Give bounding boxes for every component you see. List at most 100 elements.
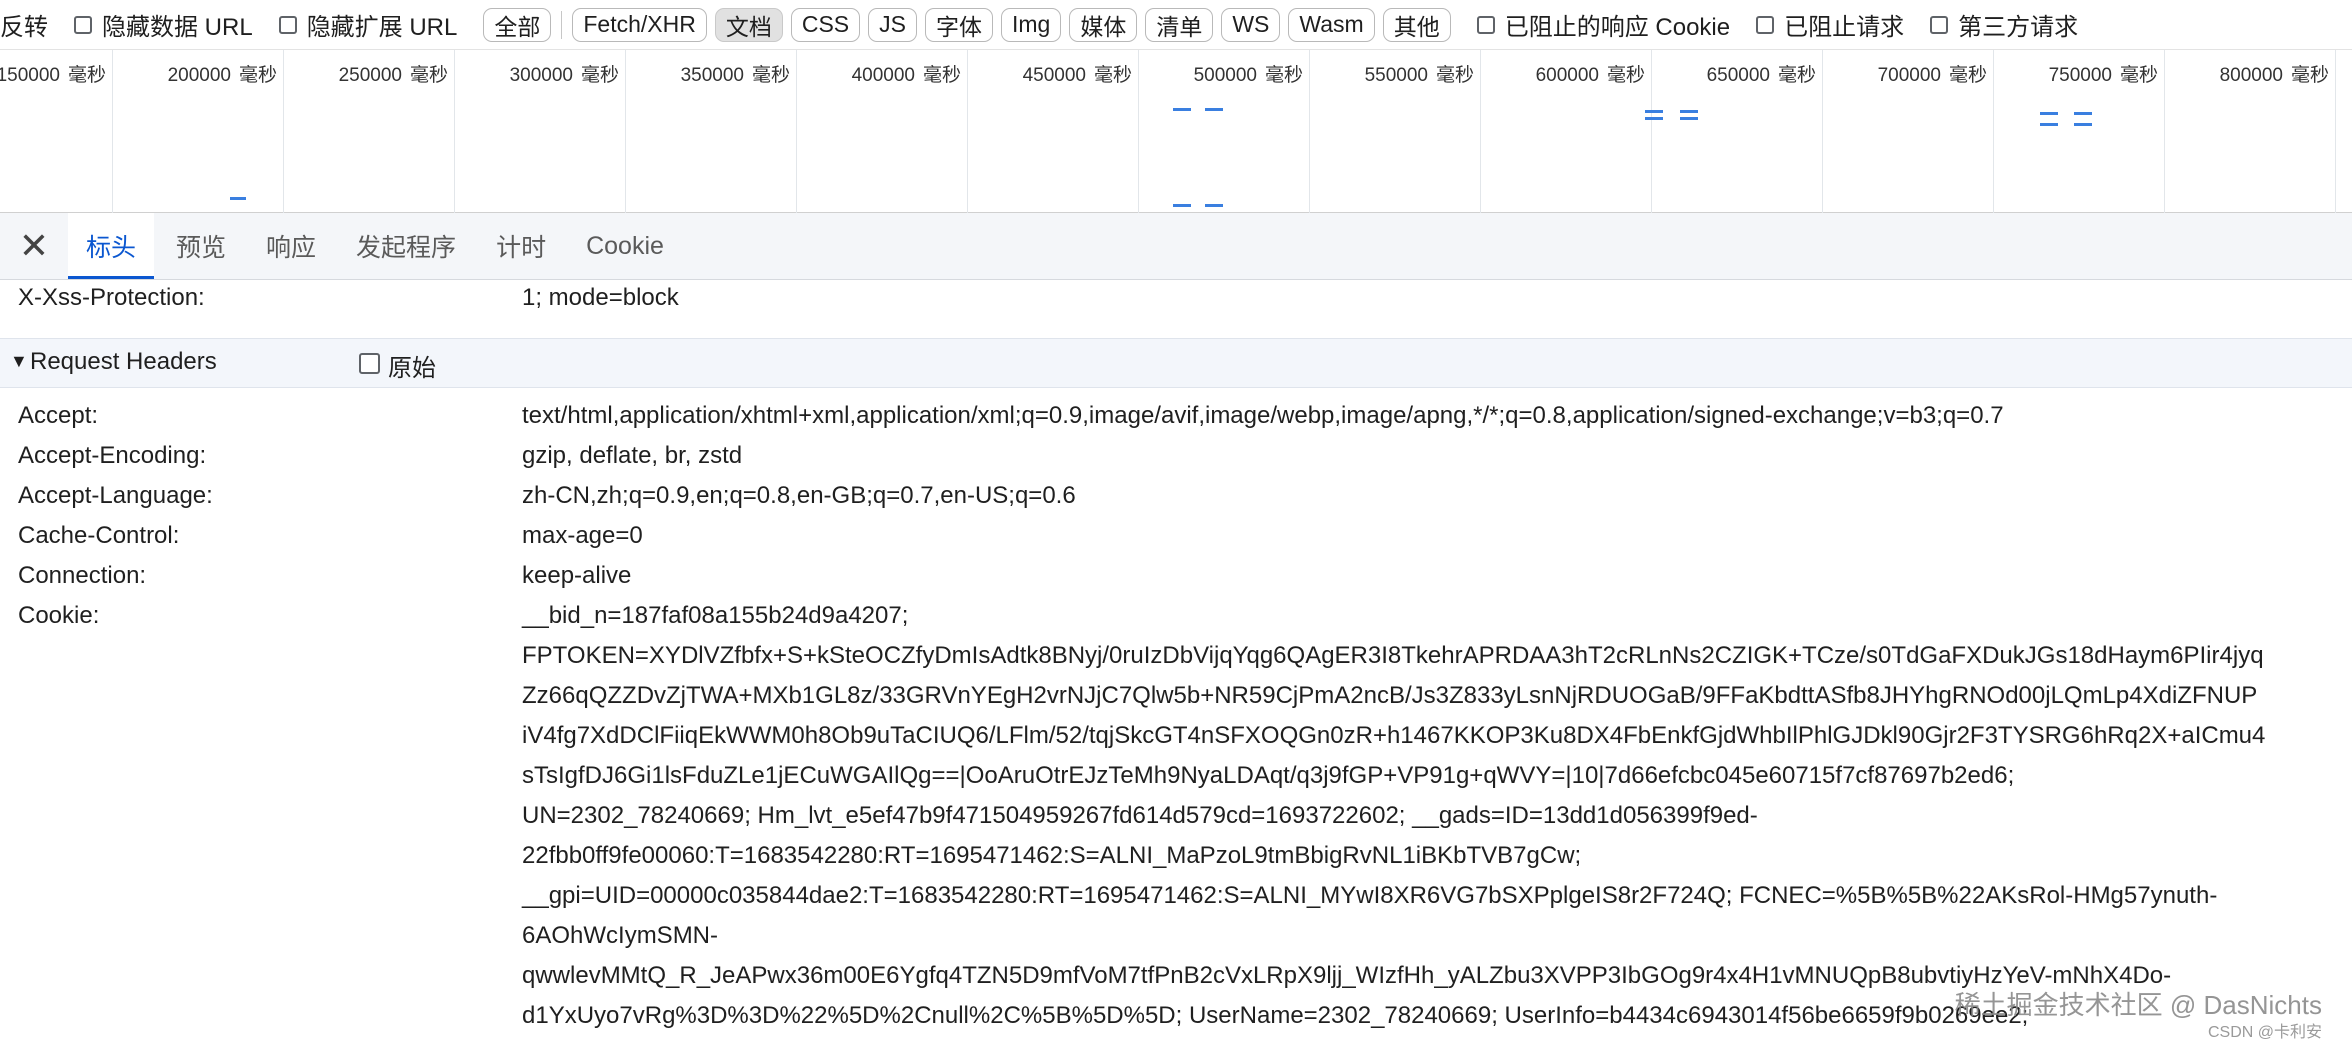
tab-preview[interactable]: 预览 — [158, 213, 244, 279]
tick-value: 700000 — [1877, 65, 1941, 86]
tick-value: 800000 — [2219, 65, 2283, 86]
request-bar — [2074, 123, 2092, 126]
request-bar — [2074, 112, 2092, 115]
invert-label[interactable]: 反转 — [0, 7, 48, 42]
tick-unit: 毫秒 — [1093, 65, 1132, 86]
request-bar — [1173, 108, 1191, 111]
cookie-value-continuation: FPTOKEN=XYDlVZfbfx+S+kSteOCZfyDmIsAdtk8B… — [522, 636, 2265, 1036]
type-filter-doc[interactable]: 文档 — [714, 7, 783, 42]
tick-value: 500000 — [1193, 65, 1257, 86]
cookie-line: iV4fg7XdDClFiiqEkWWM0h8Ob9uTaCIUQ6/LFlm/… — [522, 722, 2266, 749]
tab-initiator[interactable]: 发起程序 — [338, 213, 474, 279]
header-value: gzip, deflate, br, zstd — [522, 442, 743, 469]
type-filter-ws[interactable]: WS — [1221, 7, 1281, 42]
type-filter-manifest[interactable]: 清单 — [1145, 7, 1214, 42]
checkbox-box[interactable] — [278, 15, 297, 34]
header-key: Cache-Control: — [18, 522, 180, 549]
type-filter-other[interactable]: 其他 — [1382, 7, 1451, 42]
header-key: Accept-Encoding: — [18, 442, 207, 469]
blocked-requests-label: 已阻止请求 — [1784, 14, 1905, 41]
raw-label: 原始 — [388, 355, 436, 382]
tick-unit: 毫秒 — [2119, 65, 2158, 86]
blocked-response-cookies-label: 已阻止的响应 Cookie — [1504, 14, 1731, 41]
checkbox-box[interactable] — [1756, 15, 1775, 34]
request-headers-section-header[interactable]: ▼ Request Headers 原始 — [0, 338, 2352, 388]
type-filter-js[interactable]: JS — [868, 7, 917, 42]
request-bar — [2040, 123, 2058, 126]
tab-response[interactable]: 响应 — [248, 213, 334, 279]
cookie-line: 6AOhWcIymSMN- — [522, 922, 719, 949]
tick-unit: 毫秒 — [1435, 65, 1474, 86]
header-value: __bid_n=187faf08a155b24d9a4207; — [522, 602, 909, 629]
timeline-tick: 600000 毫秒 — [1481, 50, 1652, 213]
header-key: Cookie: — [18, 602, 100, 629]
section-title: Request Headers — [30, 348, 217, 375]
tick-unit: 毫秒 — [67, 65, 106, 86]
headers-panel: X-Xss-Protection: 1; mode=block ▼ Reques… — [0, 280, 2352, 1042]
header-value: text/html,application/xhtml+xml,applicat… — [522, 402, 2004, 429]
checkbox-box[interactable] — [1930, 15, 1949, 34]
type-filter-group: Fetch/XHR 文档 CSS JS 字体 Img 媒体 清单 WS Wasm… — [572, 7, 1451, 42]
header-key: X-Xss-Protection: — [18, 284, 205, 311]
header-key: Accept: — [18, 402, 99, 429]
type-filter-all[interactable]: 全部 — [483, 7, 552, 42]
third-party-requests-label: 第三方请求 — [1958, 14, 2079, 41]
tab-cookies[interactable]: Cookie — [568, 213, 682, 279]
timeline-tick: 400000 毫秒 — [797, 50, 968, 213]
hide-extension-urls-checkbox[interactable]: 隐藏扩展 URL — [278, 7, 458, 42]
tick-unit: 毫秒 — [1264, 65, 1303, 86]
timeline-tick: 350000 毫秒 — [626, 50, 797, 213]
tick-value: 300000 — [509, 65, 573, 86]
blocked-response-cookies-checkbox[interactable]: 已阻止的响应 Cookie — [1476, 7, 1731, 42]
tick-value: 400000 — [851, 65, 915, 86]
timeline-tick: 500000 毫秒 — [1139, 50, 1310, 213]
type-filter-css[interactable]: CSS — [790, 7, 861, 42]
request-bar — [230, 197, 246, 200]
tick-unit: 毫秒 — [922, 65, 961, 86]
request-bar — [1205, 204, 1223, 207]
type-filter-font[interactable]: 字体 — [925, 7, 993, 42]
cookie-line: FPTOKEN=XYDlVZfbfx+S+kSteOCZfyDmIsAdtk8B… — [522, 642, 2264, 669]
close-icon[interactable]: ✕ — [0, 213, 68, 279]
type-filter-wasm[interactable]: Wasm — [1288, 7, 1375, 42]
tick-unit: 毫秒 — [409, 65, 448, 86]
request-bar — [1205, 108, 1223, 111]
tick-unit: 毫秒 — [1777, 65, 1816, 86]
blocked-requests-checkbox[interactable]: 已阻止请求 — [1756, 7, 1904, 42]
type-filter-img[interactable]: Img — [1001, 7, 1062, 42]
request-bar — [2040, 112, 2058, 115]
timeline-tick: 750000 毫秒 — [1994, 50, 2165, 213]
timeline-tick: 550000 毫秒 — [1310, 50, 1481, 213]
request-bar — [1645, 117, 1663, 120]
tick-unit: 毫秒 — [580, 65, 619, 86]
checkbox-box[interactable] — [1476, 15, 1495, 34]
tick-value: 200000 — [167, 65, 231, 86]
checkbox-box[interactable] — [74, 15, 92, 34]
network-overview-timeline[interactable]: 150000 毫秒 200000 毫秒 250000 毫秒 300000 毫秒 350000 毫秒… — [0, 50, 2352, 213]
cookie-line: 22fbb0ff9fe00060:T=1683542280:RT=1695471… — [522, 842, 1582, 869]
hide-extension-urls-label: 隐藏扩展 URL — [306, 14, 458, 41]
expand-triangle-icon[interactable]: ▼ — [10, 351, 28, 372]
type-filter-all-group: 全部 — [483, 7, 552, 42]
hide-data-urls-checkbox[interactable]: 隐藏数据 URL — [74, 7, 253, 42]
tab-headers[interactable]: 标头 — [68, 213, 155, 279]
header-value: keep-alive — [522, 562, 632, 589]
header-key: Accept-Language: — [18, 482, 213, 509]
header-key: Connection: — [18, 562, 147, 589]
third-party-requests-checkbox[interactable]: 第三方请求 — [1930, 7, 2078, 42]
type-filter-divider — [561, 10, 563, 39]
timeline-tick: 150000 毫秒 — [0, 50, 113, 213]
type-filter-fetch-xhr[interactable]: Fetch/XHR — [572, 7, 707, 42]
raw-checkbox[interactable] — [359, 353, 380, 374]
tick-value: 550000 — [1364, 65, 1428, 86]
tick-unit: 毫秒 — [751, 65, 790, 86]
timeline-tick: 200000 毫秒 — [113, 50, 284, 213]
request-bar — [1680, 110, 1698, 113]
header-value: max-age=0 — [522, 522, 643, 549]
timeline-tick: 250000 毫秒 — [284, 50, 455, 213]
type-filter-media[interactable]: 媒体 — [1069, 7, 1138, 42]
cookie-line: Zz66qQZZDvZjTWA+MXb1GL8z/33GRVnYEgH2vrNJ… — [522, 682, 2258, 709]
tab-timing[interactable]: 计时 — [478, 213, 564, 279]
tick-unit: 毫秒 — [1948, 65, 1987, 86]
tick-unit: 毫秒 — [2290, 65, 2329, 86]
